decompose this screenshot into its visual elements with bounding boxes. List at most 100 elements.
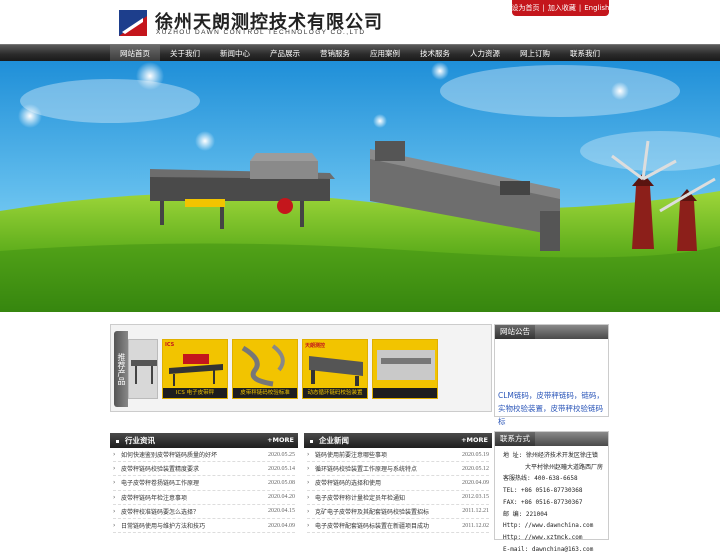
news-title[interactable]: 克矿电子皮带秤及其配套链码校验装置招标 (315, 507, 455, 516)
top-links: 设为首页 | 加入收藏 | English (512, 0, 610, 16)
news-row[interactable]: › 循环链码校验装置工作原理与系统特点 2020.05.12 (307, 462, 489, 477)
news-title[interactable]: 日常链码使用与维护方法和技巧 (121, 521, 261, 530)
news-date: 2020.04.09 (462, 479, 489, 486)
product-card[interactable]: 天朗测控 动态循环链码校验装置 (302, 339, 368, 399)
news-date: 2011.12.21 (462, 508, 489, 515)
news-date: 2011.12.02 (462, 522, 489, 529)
product-image (241, 344, 285, 387)
product-card[interactable] (128, 339, 158, 399)
contact-tel: TEL: +86 0516-87730368 (503, 487, 583, 495)
nav-item-news[interactable]: 新闻中心 (210, 45, 260, 62)
header: 徐州天朗测控技术有限公司 XUZHOU DAWN CONTROL TECHNOL… (0, 0, 720, 44)
company-news-header: 企业新闻 +MORE (304, 433, 492, 448)
news-title[interactable]: 皮带秤链码年检注意事项 (121, 493, 261, 502)
news-date: 2020.04.09 (268, 522, 295, 529)
announcement-header: 网站公告 (495, 325, 608, 339)
bullet-icon: › (113, 465, 116, 473)
industry-news-header: 行业资讯 +MORE (110, 433, 298, 448)
products-strip: ICS ICS 电子皮带秤 皮带秤链码校验标准 天朗测控 动态循环链码校验装置 (128, 339, 480, 399)
featured-products: 推荐产品 ICS ICS 电子皮带秤 皮带秤链码校验标准 天朗测控 动态循环链码… (110, 324, 492, 412)
product-card[interactable]: ICS ICS 电子皮带秤 (162, 339, 228, 399)
contact-panel: 联系方式 地 址: 徐州经济技术开发区徐庄镇 大平村徐州赵疃大道路西厂房 客服热… (494, 431, 609, 553)
nav-item-products[interactable]: 产品展示 (260, 45, 310, 62)
company-name-en: XUZHOU DAWN CONTROL TECHNOLOGY CO.,LTD (156, 29, 366, 36)
news-row[interactable]: › 日常链码使用与维护方法和技巧 2020.04.09 (113, 519, 295, 534)
news-title[interactable]: 电子皮带秤称计量检定员年检通知 (315, 493, 455, 502)
bullet-icon: › (113, 479, 116, 487)
industry-news-list: › 如何快速鉴别皮带秤链码质量的好坏 2020.05.25 › 皮带秤链码校验装置精度… (110, 448, 298, 534)
news-row[interactable]: › 皮带秤链码年检注意事项 2020.04.20 (113, 491, 295, 505)
nav-item-contact[interactable]: 联系我们 (560, 45, 610, 62)
contact-website[interactable]: Http: //www.dawnchina.com (503, 520, 608, 532)
contact-info: 地 址: 徐州经济技术开发区徐庄镇 大平村徐州赵疃大道路西厂房 客服热线: 40… (495, 446, 608, 555)
news-row[interactable]: › 如何快速鉴别皮带秤链码质量的好坏 2020.05.25 (113, 448, 295, 463)
news-title[interactable]: 皮带秤链码的选择和使用 (315, 478, 455, 487)
contact-address: 地 址: 徐州经济技术开发区徐庄镇 (503, 452, 598, 459)
news-row[interactable]: › 电子皮带秤配套链码标装置在新疆项目成功 2011.12.02 (307, 519, 489, 534)
contact-title: 联系方式 (495, 432, 535, 446)
set-home-link[interactable]: 设为首页 (512, 3, 540, 13)
news-row[interactable]: › 皮带秤链码校验装置精度要求 2020.05.14 (113, 462, 295, 477)
news-row[interactable]: › 克矿电子皮带秤及其配套链码校验装置招标 2011.12.21 (307, 505, 489, 519)
main-nav: 网站首页 关于我们 新闻中心 产品展示 营销服务 应用案例 技术服务 人力资源 … (0, 44, 720, 62)
contact-email[interactable]: E-mail: dawnchina@163.com (503, 544, 608, 555)
contact-hotline: 客服热线: 400-638-6658 (503, 475, 578, 483)
nav-item-order[interactable]: 网上订购 (510, 45, 560, 62)
news-title[interactable]: 如何快速鉴别皮带秤链码质量的好坏 (121, 450, 261, 459)
company-news-more-link[interactable]: +MORE (461, 433, 488, 448)
announcement-panel: 网站公告 CLM链码，皮带秤链码，链码，实物校验装置，皮带秤校验链码标 (494, 324, 609, 426)
bullet-icon: › (307, 451, 310, 459)
products-tab-label: 推荐产品 (114, 331, 128, 407)
news-row[interactable]: › 电子皮带秤称计量检定员年检通知 2012.03.15 (307, 491, 489, 505)
english-link[interactable]: English (584, 4, 609, 12)
nav-item-home[interactable]: 网站首页 (110, 45, 160, 62)
bullet-icon: › (307, 522, 310, 530)
add-favorite-link[interactable]: 加入收藏 (548, 3, 576, 13)
product-card[interactable]: 皮带秤链码校验标准 (232, 339, 298, 399)
bullet-icon: › (307, 507, 310, 515)
news-date: 2020.05.25 (268, 451, 295, 458)
contact-postcode: 邮 编: 221004 (503, 510, 548, 518)
news-title[interactable]: 皮带秤校准链码要怎么选择？ (121, 507, 261, 516)
news-title[interactable]: 电子皮带秤卷扬链码工作原理 (121, 478, 261, 487)
news-row[interactable]: › 皮带秤链码的选择和使用 2020.04.09 (307, 476, 489, 491)
news-title[interactable]: 循环链码校验装置工作原理与系统特点 (315, 464, 455, 473)
news-row[interactable]: › 电子皮带秤卷扬链码工作原理 2020.05.08 (113, 476, 295, 491)
news-row[interactable]: › 链码使用前要注意哪些事项 2020.05.19 (307, 448, 489, 463)
bullet-icon: › (113, 451, 116, 459)
contact-website-2[interactable]: Http: //www.xztmck.com (503, 532, 608, 544)
news-date: 2020.05.19 (462, 451, 489, 458)
logo[interactable]: 徐州天朗测控技术有限公司 XUZHOU DAWN CONTROL TECHNOL… (119, 10, 382, 40)
news-date: 2020.05.08 (268, 479, 295, 486)
nav-item-tech-service[interactable]: 技术服务 (410, 45, 460, 62)
news-row[interactable]: › 皮带秤校准链码要怎么选择？ 2020.04.15 (113, 505, 295, 519)
nav-item-cases[interactable]: 应用案例 (360, 45, 410, 62)
news-date: 2020.04.15 (268, 508, 295, 515)
news-title[interactable]: 电子皮带秤配套链码标装置在新疆项目成功 (315, 521, 455, 530)
bullet-icon: › (307, 479, 310, 487)
nav-item-hr[interactable]: 人力资源 (460, 45, 510, 62)
announcement-title: 网站公告 (495, 325, 535, 339)
company-news-title: 企业新闻 (310, 433, 349, 448)
product-caption: ICS 电子皮带秤 (163, 388, 227, 398)
industry-news-panel: 行业资讯 +MORE › 如何快速鉴别皮带秤链码质量的好坏 2020.05.25 ›… (110, 433, 298, 540)
product-caption (373, 388, 437, 398)
nav-item-marketing[interactable]: 营销服务 (310, 45, 360, 62)
nav-item-about[interactable]: 关于我们 (160, 45, 210, 62)
announcement-text[interactable]: CLM链码，皮带秤链码，链码，实物校验装置，皮带秤校验链码标 (495, 339, 608, 428)
product-card[interactable] (372, 339, 438, 399)
hero-banner[interactable] (0, 61, 720, 312)
contact-header: 联系方式 (495, 432, 608, 446)
news-title[interactable]: 链码使用前要注意哪些事项 (315, 450, 455, 459)
separator: | (578, 4, 582, 12)
news-date: 2012.03.15 (462, 494, 489, 501)
product-image (377, 350, 435, 380)
contact-address-line2: 大平村徐州赵疃大道路西厂房 (525, 463, 604, 471)
industry-news-title: 行业资讯 (116, 433, 155, 448)
product-caption: 皮带秤链码校验标准 (233, 388, 297, 398)
news-title[interactable]: 皮带秤链码校验装置精度要求 (121, 464, 261, 473)
contact-fax: FAX: +86 0516-87730367 (503, 498, 583, 506)
company-news-list: › 链码使用前要注意哪些事项 2020.05.19 › 循环链码校验装置工作原理与系统… (304, 448, 492, 534)
industry-news-more-link[interactable]: +MORE (267, 433, 294, 448)
bullet-icon: › (113, 522, 116, 530)
